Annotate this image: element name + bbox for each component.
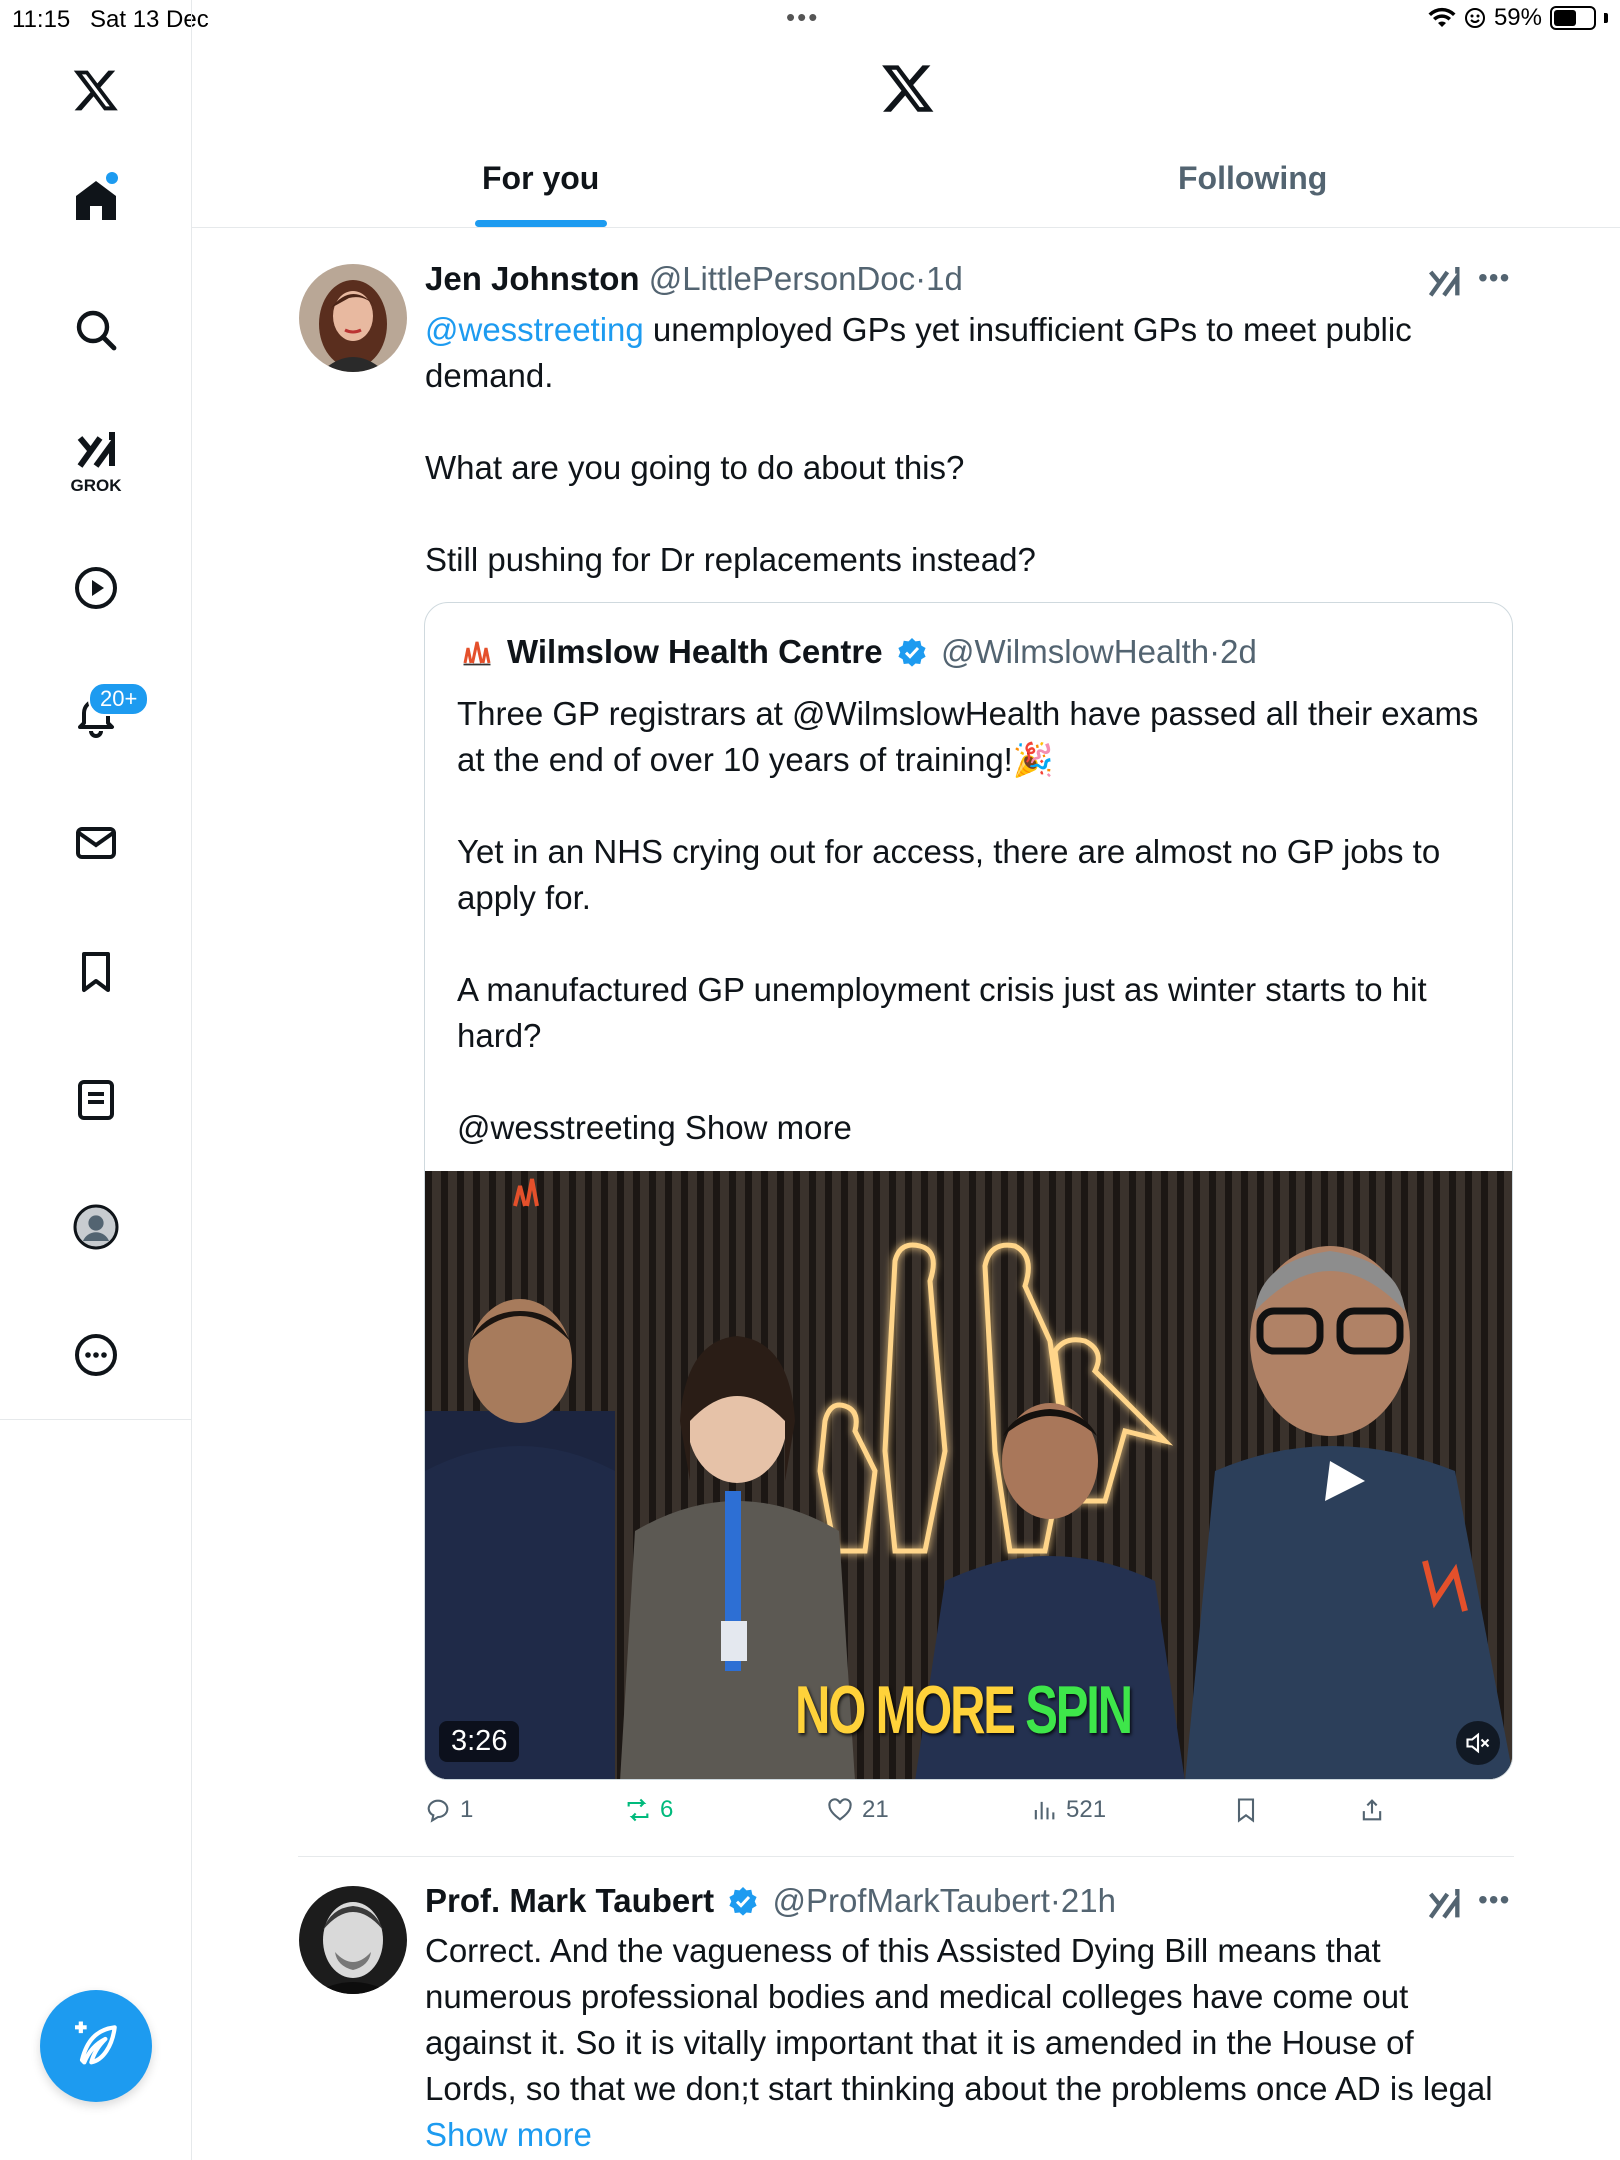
compose-post-button[interactable] (40, 1990, 152, 2102)
author-name[interactable]: Jen Johnston (425, 260, 640, 297)
heart-icon (828, 1798, 852, 1821)
views-button[interactable]: 521 (1030, 1796, 1106, 1824)
quote-header: Wilmslow Health Centre @WilmslowHealth·2… (459, 633, 1257, 671)
mention-link[interactable]: @wesstreeting (425, 311, 644, 348)
tweet-header: Jen Johnston @LittlePersonDoc·1d (425, 260, 963, 298)
verified-badge-icon (898, 638, 926, 667)
quote-author-name[interactable]: Wilmslow Health Centre (507, 633, 883, 670)
like-count: 21 (862, 1796, 889, 1823)
grok-label: GROK (70, 476, 122, 495)
caption-part-1: NO MORE (795, 1672, 1026, 1748)
separator-dot: · (1209, 633, 1221, 670)
video-duration: 3:26 (439, 1721, 520, 1762)
wifi-icon (1428, 7, 1456, 27)
bookmarks-icon[interactable] (66, 942, 126, 1002)
battery-icon (1550, 6, 1596, 30)
tweet-header: Prof. Mark Taubert @ProfMarkTaubert·21h (425, 1882, 1116, 1920)
avatar[interactable] (299, 264, 407, 372)
verified-badge-icon (729, 1887, 757, 1916)
wilmslow-logo-icon (463, 641, 491, 666)
header-divider (192, 227, 1620, 228)
author-handle[interactable]: @LittlePersonDoc (649, 260, 915, 297)
focus-icon (1464, 8, 1485, 28)
sidebar-divider (191, 1420, 192, 2160)
share-button[interactable] (1358, 1796, 1386, 1824)
home-unread-dot (106, 172, 118, 184)
author-name[interactable]: Prof. Mark Taubert (425, 1882, 714, 1919)
more-options-icon[interactable] (66, 1325, 126, 1385)
compose-feather-icon (75, 2021, 117, 2065)
articles-icon[interactable] (66, 1070, 126, 1130)
tweet-divider (298, 1856, 1514, 1857)
view-count: 521 (1066, 1796, 1107, 1823)
tab-for-you[interactable]: For you (482, 160, 599, 197)
author-handle[interactable]: @ProfMarkTaubert (772, 1882, 1049, 1919)
grok-explain-icon[interactable] (1424, 262, 1464, 302)
repost-button[interactable]: 6 (624, 1796, 673, 1824)
share-icon (1362, 1799, 1382, 1821)
bookmark-button[interactable] (1232, 1796, 1260, 1824)
separator-dot: · (915, 260, 927, 297)
reply-count: 1 (460, 1796, 474, 1823)
notifications-badge: 20+ (88, 682, 150, 716)
bookmark-icon (1237, 1798, 1255, 1823)
repost-icon (627, 1798, 649, 1822)
separator-dot: · (1049, 1882, 1061, 1919)
multitasking-dots[interactable]: ••• (786, 2, 819, 33)
status-bar: 11:15 Sat 13 Dec ••• 59% (0, 0, 1620, 40)
tweet-text: Correct. And the vagueness of this Assis… (425, 1928, 1495, 2158)
profile-avatar-icon[interactable] (66, 1197, 126, 1257)
sidebar: GROK 20+ (0, 0, 192, 1420)
quote-author-handle[interactable]: @WilmslowHealth (941, 633, 1209, 670)
tab-following[interactable]: Following (1178, 160, 1327, 197)
like-button[interactable]: 21 (826, 1796, 889, 1824)
video-play-icon[interactable] (66, 558, 126, 618)
reply-button[interactable]: 1 (424, 1796, 473, 1824)
quote-post-time[interactable]: 2d (1220, 633, 1257, 670)
repost-count: 6 (660, 1796, 674, 1823)
messages-envelope-icon[interactable] (66, 813, 126, 873)
mute-button[interactable] (1456, 1721, 1500, 1765)
grok-explain-icon[interactable] (1424, 1884, 1464, 1924)
show-more-link[interactable]: Show more (425, 2116, 592, 2153)
quoted-tweet[interactable]: Wilmslow Health Centre @WilmslowHealth·2… (424, 602, 1513, 1780)
post-time[interactable]: 21h (1061, 1882, 1116, 1919)
status-right: 59% (1428, 4, 1608, 32)
caption-part-2: SPIN (1025, 1672, 1133, 1748)
tweet-body: Correct. And the vagueness of this Assis… (425, 1932, 1493, 2107)
views-bar-chart-icon (1034, 1801, 1055, 1820)
avatar[interactable] (299, 1886, 407, 1994)
quote-text: Three GP registrars at @WilmslowHealth h… (457, 695, 1479, 1146)
tweet-text: @wesstreeting unemployed GPs yet insuffi… (425, 307, 1485, 583)
video-caption: NO MORE SPIN (795, 1671, 1133, 1749)
tab-active-indicator (475, 220, 607, 227)
grok-icon[interactable] (66, 420, 126, 480)
post-time[interactable]: 1d (926, 260, 963, 297)
battery-percent: 59% (1493, 4, 1542, 31)
battery-tip (1604, 13, 1608, 23)
tweet-body: unemployed GPs yet insufficient GPs to m… (425, 311, 1412, 578)
video-player[interactable]: NO MORE SPIN 3:26 (425, 1171, 1512, 1779)
x-logo-icon[interactable] (66, 60, 126, 120)
reply-icon (427, 1799, 449, 1823)
speaker-muted-icon (1466, 1732, 1490, 1754)
more-icon[interactable]: ••• (1478, 1884, 1510, 1916)
search-icon[interactable] (66, 300, 126, 360)
more-icon[interactable]: ••• (1478, 262, 1510, 294)
x-header-logo-icon[interactable] (880, 60, 936, 116)
